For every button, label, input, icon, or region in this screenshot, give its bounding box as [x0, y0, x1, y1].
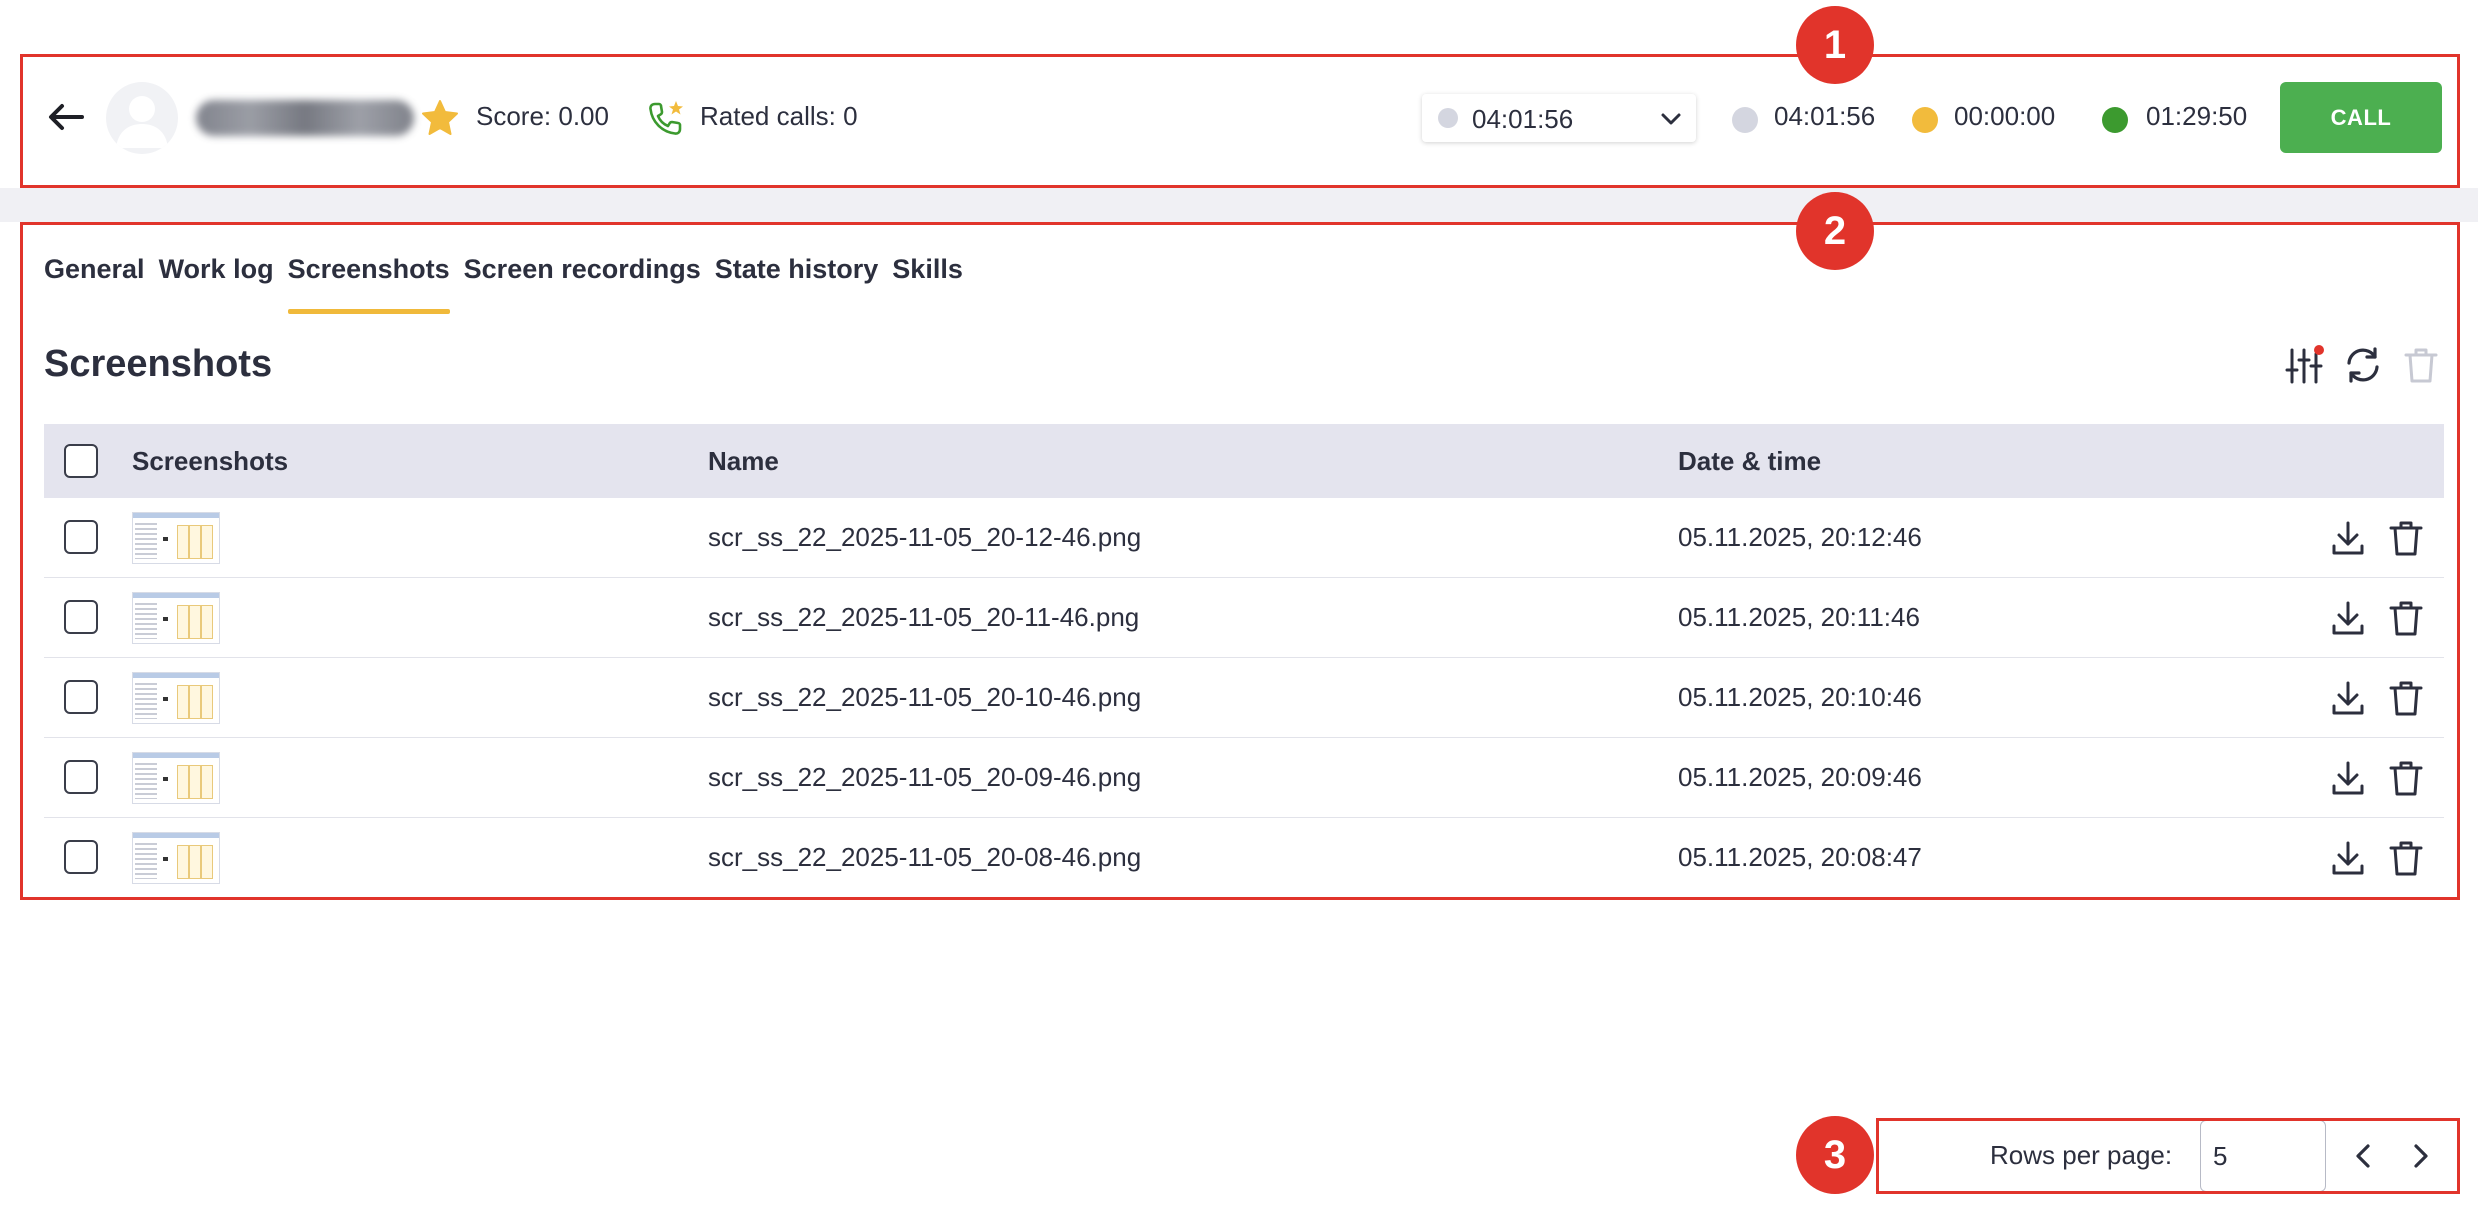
- annotation-badge-1: 1: [1796, 6, 1874, 84]
- section-divider: [0, 188, 2478, 222]
- annotation-box-1: [20, 54, 2460, 188]
- annotation-box-3: [1876, 1118, 2460, 1194]
- annotation-badge-2: 2: [1796, 192, 1874, 270]
- annotation-badge-3: 3: [1796, 1116, 1874, 1194]
- annotation-box-2: [20, 222, 2460, 900]
